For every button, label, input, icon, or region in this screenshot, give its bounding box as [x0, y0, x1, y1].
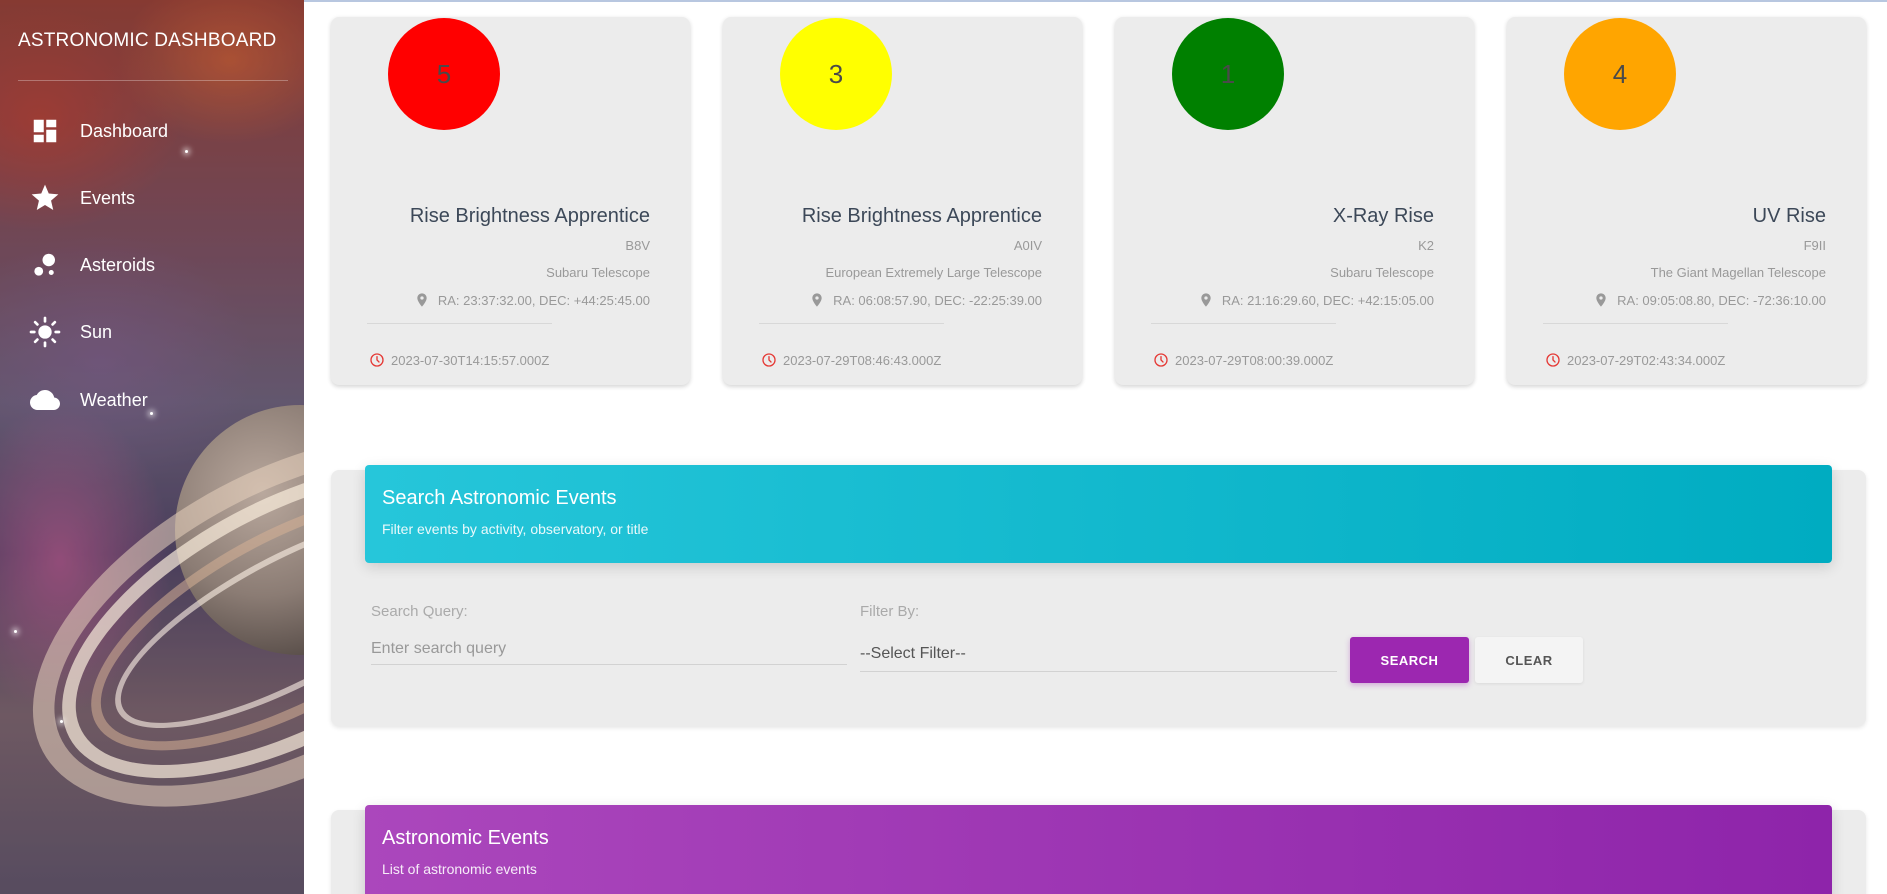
search-panel-header: Search Astronomic Events Filter events b…	[365, 465, 1832, 563]
sidebar-item-label: Dashboard	[80, 120, 169, 141]
clock-icon	[1154, 353, 1168, 367]
spectral-type: A0IV	[1013, 238, 1042, 253]
event-time: 2023-07-29T02:43:34.000Z	[1545, 352, 1725, 368]
cloud-icon	[28, 383, 62, 417]
event-card: 1 X-Ray Rise K2 Subaru Telescope RA: 21:…	[1115, 17, 1474, 385]
event-time: 2023-07-29T08:46:43.000Z	[761, 352, 941, 368]
spectral-type: K2	[1418, 238, 1434, 253]
timestamp: 2023-07-29T08:00:39.000Z	[1175, 352, 1334, 368]
sidebar-item-label: Asteroids	[80, 254, 156, 275]
coordinates-text: RA: 23:37:32.00, DEC: +44:25:45.00	[437, 292, 650, 308]
spectral-type: B8V	[625, 238, 650, 253]
sidebar-item-weather[interactable]: Weather	[28, 382, 148, 418]
brand-title: ASTRONOMIC DASHBOARD	[18, 30, 277, 51]
event-card: 4 UV Rise F9II The Giant Magellan Telesc…	[1507, 17, 1866, 385]
sidebar-item-label: Events	[80, 187, 136, 208]
events-panel-title: Astronomic Events	[382, 827, 549, 849]
location-pin-icon	[417, 293, 427, 307]
event-title: UV Rise	[1752, 205, 1826, 227]
search-panel: Search Astronomic Events Filter events b…	[331, 465, 1866, 726]
timestamp: 2023-07-29T08:46:43.000Z	[783, 352, 942, 368]
search-panel-subtitle: Filter events by activity, observatory, …	[382, 521, 649, 537]
sidebar-item-asteroids[interactable]: Asteroids	[28, 247, 155, 283]
observatory-name: Subaru Telescope	[546, 265, 650, 280]
top-border	[304, 0, 1887, 2]
event-title: Rise Brightness Apprentice	[409, 205, 650, 227]
card-divider	[1151, 323, 1336, 324]
event-card: 5 Rise Brightness Apprentice B8V Subaru …	[331, 17, 690, 385]
search-input[interactable]	[371, 633, 847, 665]
observatory-name: The Giant Magellan Telescope	[1650, 265, 1826, 280]
search-panel-title: Search Astronomic Events	[382, 487, 617, 509]
observatory-name: European Extremely Large Telescope	[825, 265, 1042, 280]
events-panel: Astronomic Events List of astronomic eve…	[331, 805, 1866, 894]
spectral-type: F9II	[1803, 238, 1826, 253]
clock-icon	[370, 353, 384, 367]
event-time: 2023-07-29T08:00:39.000Z	[1153, 352, 1333, 368]
search-button[interactable]: SEARCH	[1350, 637, 1469, 683]
location-pin-icon	[812, 293, 822, 307]
sidebar-item-events[interactable]: Events	[28, 180, 135, 216]
sun-icon	[28, 315, 62, 349]
coordinates: RA: 06:08:57.90, DEC: -22:25:39.00	[809, 289, 1042, 311]
coordinates: RA: 09:05:08.80, DEC: -72:36:10.00	[1593, 289, 1826, 311]
count-badge: 5	[388, 18, 500, 130]
coordinates-text: RA: 21:16:29.60, DEC: +42:15:05.00	[1221, 292, 1434, 308]
location-pin-icon	[1201, 293, 1211, 307]
asteroids-icon	[28, 248, 62, 282]
sidebar-item-sun[interactable]: Sun	[28, 314, 112, 350]
clock-icon	[1546, 353, 1560, 367]
observatory-name: Subaru Telescope	[1330, 265, 1434, 280]
card-divider	[1543, 323, 1728, 324]
events-panel-subtitle: List of astronomic events	[382, 861, 537, 877]
events-panel-header: Astronomic Events List of astronomic eve…	[365, 805, 1832, 894]
sidebar-item-label: Weather	[80, 389, 148, 410]
count-badge: 4	[1564, 18, 1676, 130]
sidebar-item-dashboard[interactable]: Dashboard	[28, 113, 168, 149]
event-title: Rise Brightness Apprentice	[801, 205, 1042, 227]
filter-selected-value: --Select Filter--	[860, 644, 966, 662]
sidebar-item-label: Sun	[80, 321, 113, 342]
event-card: 3 Rise Brightness Apprentice A0IV Europe…	[723, 17, 1082, 385]
event-time: 2023-07-30T14:15:57.000Z	[369, 352, 549, 368]
clock-icon	[762, 353, 776, 367]
timestamp: 2023-07-30T14:15:57.000Z	[391, 352, 550, 368]
coordinates-text: RA: 09:05:08.80, DEC: -72:36:10.00	[1617, 292, 1826, 308]
event-title: X-Ray Rise	[1332, 205, 1434, 227]
card-divider	[759, 323, 944, 324]
timestamp: 2023-07-29T02:43:34.000Z	[1567, 352, 1726, 368]
coordinates-text: RA: 06:08:57.90, DEC: -22:25:39.00	[833, 292, 1042, 308]
count-badge: 3	[780, 18, 892, 130]
location-pin-icon	[1596, 293, 1606, 307]
coordinates: RA: 21:16:29.60, DEC: +42:15:05.00	[1198, 289, 1434, 311]
card-divider	[367, 323, 552, 324]
filter-label: Filter By:	[860, 603, 920, 620]
filter-select[interactable]: --Select Filter--	[860, 636, 1337, 672]
sidebar: ASTRONOMIC DASHBOARD Dashboard Events As…	[0, 0, 304, 894]
coordinates: RA: 23:37:32.00, DEC: +44:25:45.00	[414, 289, 650, 311]
dashboard-icon	[28, 114, 62, 148]
search-query-label: Search Query:	[371, 603, 468, 620]
count-badge: 1	[1172, 18, 1284, 130]
brand-divider	[18, 80, 288, 81]
star-icon	[28, 181, 62, 215]
clear-button[interactable]: CLEAR	[1475, 637, 1583, 683]
